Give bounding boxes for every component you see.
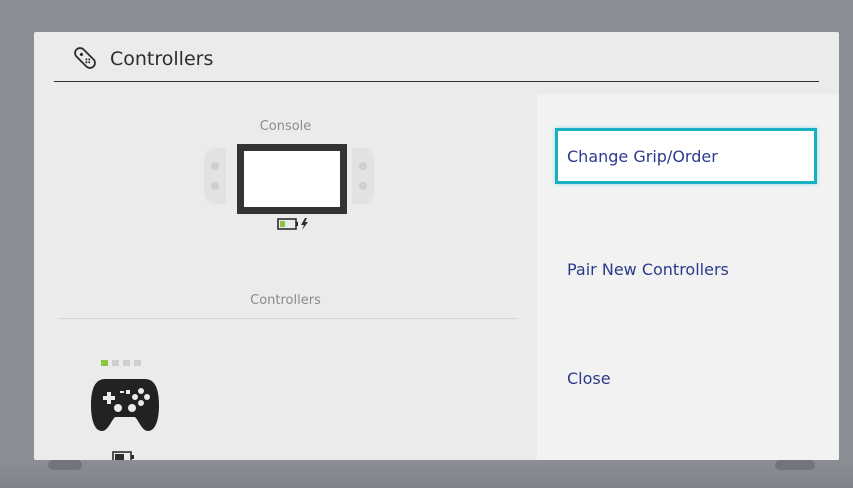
background-element-left — [48, 460, 82, 470]
player-led-4 — [134, 360, 141, 366]
dialog-title: Controllers — [110, 48, 214, 70]
close-button[interactable]: Close — [555, 350, 817, 406]
close-label: Close — [567, 368, 611, 388]
change-grip-order-label: Change Grip/Order — [567, 146, 718, 166]
controllers-dialog: Controllers Console Controllers Change G… — [34, 32, 839, 460]
joycon-icon — [74, 47, 96, 69]
player-led-2 — [112, 360, 119, 366]
console-battery-charging-icon — [277, 218, 308, 230]
pro-controller-icon — [91, 379, 159, 431]
player-indicator-leds — [101, 360, 145, 366]
background-home-bar — [0, 458, 853, 488]
console-section-label: Console — [259, 119, 312, 134]
left-joycon-graphic — [204, 148, 226, 204]
right-joycon-graphic — [352, 148, 374, 204]
player-led-3 — [123, 360, 130, 366]
controller-status-panel: Console Controllers — [34, 82, 537, 460]
menu-panel: Change Grip/Order Pair New Controllers C… — [537, 94, 839, 460]
section-divider — [58, 318, 518, 319]
controller-battery-icon — [112, 451, 134, 460]
controllers-section-label: Controllers — [250, 293, 321, 308]
switch-console-icon — [204, 144, 374, 214]
background-element-right — [775, 460, 815, 470]
pair-new-controllers-label: Pair New Controllers — [567, 259, 729, 279]
dialog-header: Controllers — [54, 32, 819, 82]
console-screen-graphic — [237, 144, 347, 214]
pair-new-controllers-button[interactable]: Pair New Controllers — [555, 241, 817, 297]
change-grip-order-button[interactable]: Change Grip/Order — [555, 128, 817, 184]
player-led-1 — [101, 360, 108, 366]
